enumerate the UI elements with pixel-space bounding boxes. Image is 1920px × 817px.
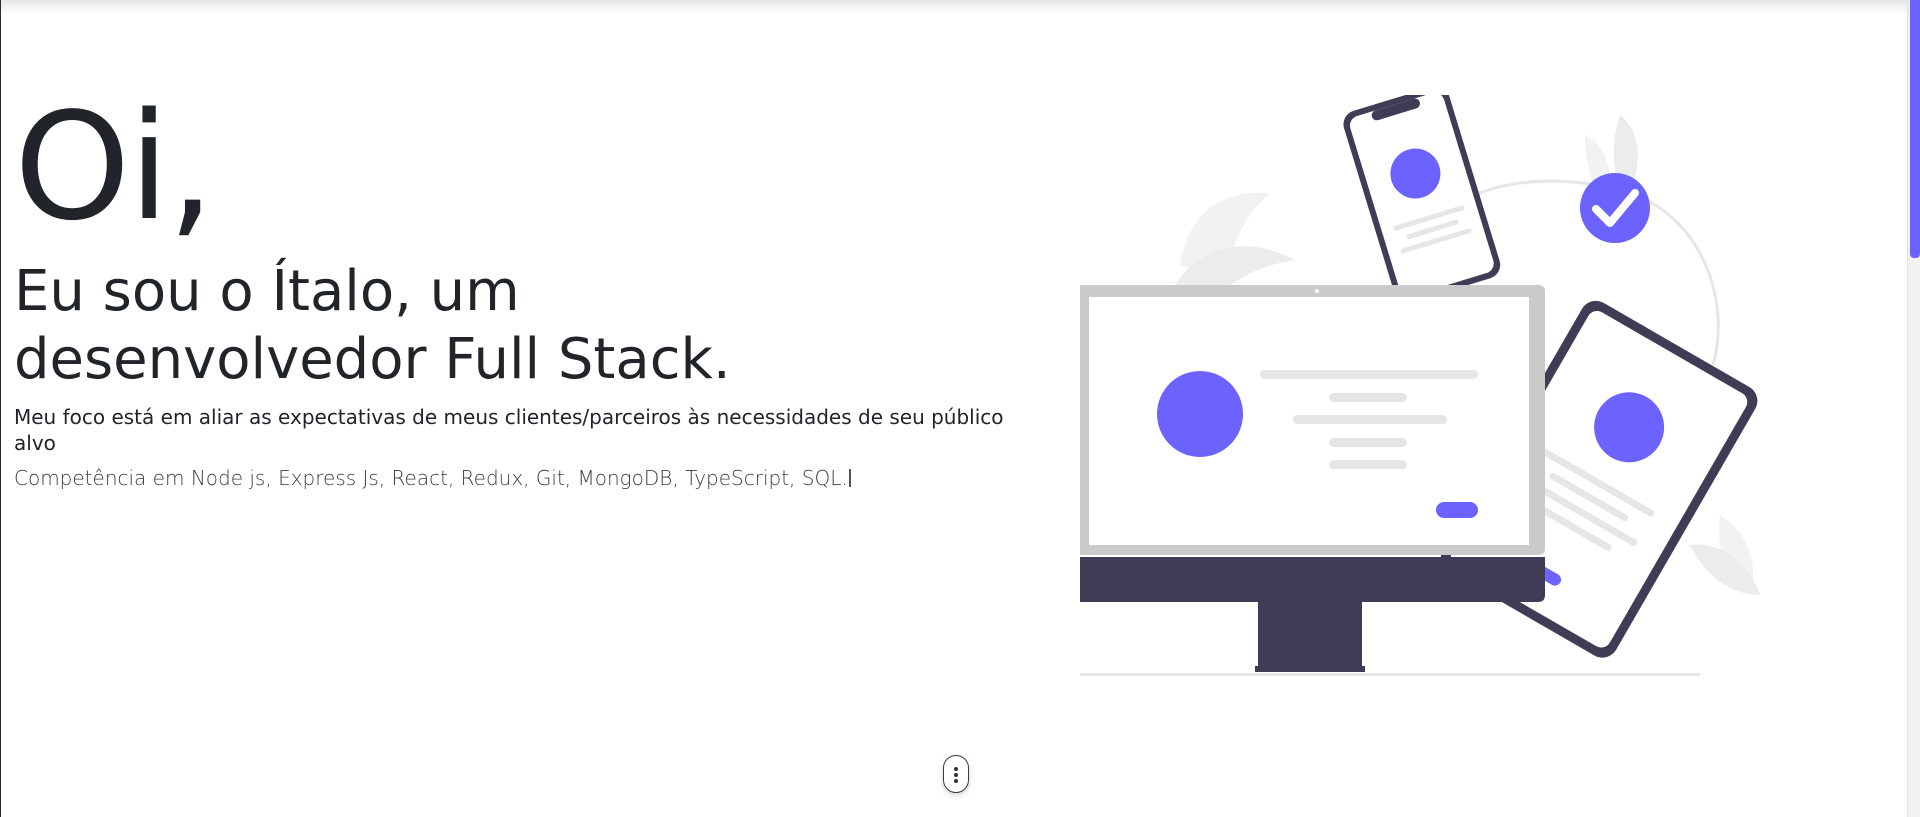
scrollbar-thumb[interactable] xyxy=(1910,0,1920,258)
scroll-dot xyxy=(954,773,958,777)
typing-caret xyxy=(848,469,851,487)
hero-title: Eu sou o Ítalo, um desenvolvedor Full St… xyxy=(14,259,731,392)
hero-skills-text: Competência em Node js, Express Js, Reac… xyxy=(14,466,848,490)
window-left-border xyxy=(0,0,1,817)
check-badge-icon xyxy=(1580,173,1650,243)
phone-illustration xyxy=(1343,95,1501,303)
header-shadow xyxy=(0,0,1908,14)
hero-skills-line: Competência em Node js, Express Js, Reac… xyxy=(14,465,1014,491)
hero-section: Oi, Eu sou o Ítalo, um desenvolvedor Ful… xyxy=(14,82,1014,491)
mouse-scroll-icon[interactable] xyxy=(943,755,969,793)
scroll-dot xyxy=(954,779,958,783)
leaf-bottom-right-icon xyxy=(1690,515,1760,595)
page: Oi, Eu sou o Ítalo, um desenvolvedor Ful… xyxy=(0,0,1920,817)
scroll-dot xyxy=(954,767,958,771)
hero-greeting: Oi, xyxy=(14,81,215,253)
responsive-devices-illustration xyxy=(1080,95,1760,676)
monitor-illustration xyxy=(1080,285,1545,672)
ground-line xyxy=(1080,673,1700,676)
hero-subtitle: Meu foco está em aliar as expectativas d… xyxy=(14,405,1004,455)
